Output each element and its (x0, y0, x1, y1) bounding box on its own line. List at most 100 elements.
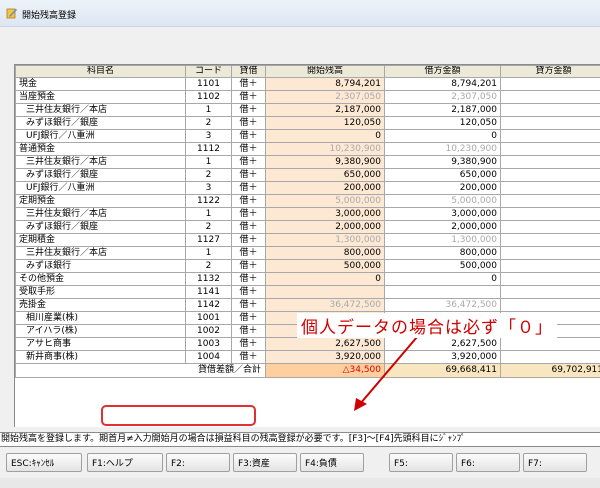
code-cell: 1002 (185, 324, 232, 338)
opening-balance-cell[interactable]: 120,050 (265, 116, 385, 130)
f2-button[interactable]: F2: (166, 453, 230, 472)
table-row[interactable]: 新井商事(株) 1004 借＋ 3,920,000 3,920,000 (15, 350, 600, 364)
code-cell: 2 (185, 168, 232, 182)
opening-balance-cell[interactable]: 1,300,000 (265, 233, 385, 247)
credit-amount-cell (500, 220, 600, 234)
table-row[interactable]: 普通預金 1112 借＋ 10,230,900 10,230,900 (15, 142, 600, 156)
table-row[interactable]: 三井住友銀行／本店 1 借＋ 3,000,000 3,000,000 (15, 207, 600, 221)
opening-balance-cell[interactable]: 200,000 (265, 181, 385, 195)
f4-liabilities-button[interactable]: F4:負債 (300, 453, 364, 472)
account-name-cell: 新井商事(株) (15, 350, 186, 364)
table-row[interactable]: 三井住友銀行／本店 1 借＋ 2,187,000 2,187,000 (15, 103, 600, 117)
opening-balance-cell[interactable]: 500,000 (265, 259, 385, 273)
opening-balance-cell[interactable]: 3,920,000 (265, 350, 385, 364)
table-row[interactable]: 三井住友銀行／本店 1 借＋ 800,000 800,000 (15, 246, 600, 260)
table-row[interactable]: 当座預金 1102 借＋ 2,307,050 2,307,050 (15, 90, 600, 104)
credit-amount-cell (500, 298, 600, 312)
opening-balance-cell[interactable]: 2,627,500 (265, 337, 385, 351)
debit-credit-cell: 借＋ (231, 116, 266, 130)
account-name-cell: アイハラ(株) (15, 324, 186, 338)
total-label: 貸借差額／合計 (15, 363, 266, 378)
debit-amount-cell (384, 285, 501, 299)
account-name-cell: 三井住友銀行／本店 (15, 103, 186, 117)
account-name-cell: その他預金 (15, 272, 186, 286)
f6-button[interactable]: F6: (456, 453, 520, 472)
account-name-cell: UFJ銀行／八重洲 (15, 181, 186, 195)
account-name-cell: 定期預金 (15, 194, 186, 208)
opening-balance-cell[interactable]: 2,187,000 (265, 103, 385, 117)
table-header-row: 科目名 コード 貸借 開始残高 借方金額 貸方金額 (15, 65, 600, 78)
balance-difference-cell: △34,500 (265, 363, 385, 378)
table-row[interactable]: UFJ銀行／八重洲 3 借＋ 200,000 200,000 (15, 181, 600, 195)
account-name-cell: みずほ銀行 (15, 259, 186, 273)
debit-credit-cell: 借＋ (231, 90, 266, 104)
table-row[interactable]: みずほ銀行／銀座 2 借＋ 650,000 650,000 (15, 168, 600, 182)
table-row[interactable]: 売掛金 1142 借＋ 36,472,500 36,472,500 (15, 298, 600, 312)
debit-total-cell: 69,668,411 (384, 363, 501, 378)
table-row[interactable]: その他預金 1132 借＋ 0 0 (15, 272, 600, 286)
account-name-cell: アサヒ商事 (15, 337, 186, 351)
table-row[interactable]: 定期積金 1127 借＋ 1,300,000 1,300,000 (15, 233, 600, 247)
account-name-cell: 受取手形 (15, 285, 186, 299)
table-row[interactable]: 三井住友銀行／本店 1 借＋ 9,380,900 9,380,900 (15, 155, 600, 169)
table-row[interactable]: みずほ銀行／銀座 2 借＋ 2,000,000 2,000,000 (15, 220, 600, 234)
credit-amount-cell (500, 181, 600, 195)
code-cell: 2 (185, 259, 232, 273)
table-row[interactable]: 受取手形 1141 借＋ (15, 285, 600, 299)
opening-balance-cell[interactable]: 800,000 (265, 246, 385, 260)
esc-cancel-button[interactable]: ESC:ｷｬﾝｾﾙ (6, 453, 82, 472)
debit-credit-cell: 借＋ (231, 311, 266, 325)
debit-credit-cell: 借＋ (231, 168, 266, 182)
table-row[interactable]: 現金 1101 借＋ 8,794,201 8,794,201 (15, 77, 600, 91)
debit-credit-cell: 借＋ (231, 129, 266, 143)
account-name-cell: 当座預金 (15, 90, 186, 104)
debit-credit-cell: 借＋ (231, 272, 266, 286)
opening-balance-cell[interactable]: 10,230,900 (265, 142, 385, 156)
opening-balance-cell[interactable]: 8,794,201 (265, 77, 385, 91)
opening-balance-cell[interactable] (265, 285, 385, 299)
account-name-cell: 三井住友銀行／本店 (15, 246, 186, 260)
code-cell: 1141 (185, 285, 232, 299)
code-cell: 1001 (185, 311, 232, 325)
debit-credit-cell: 借＋ (231, 337, 266, 351)
f5-button[interactable]: F5: (389, 453, 453, 472)
account-name-cell: UFJ銀行／八重洲 (15, 129, 186, 143)
credit-amount-cell (500, 194, 600, 208)
window-title: 開始残高登録 (22, 11, 77, 21)
opening-balance-cell[interactable]: 36,472,500 (265, 298, 385, 312)
opening-balance-cell[interactable]: 2,307,050 (265, 90, 385, 104)
f3-assets-button[interactable]: F3:資産 (233, 453, 297, 472)
credit-amount-cell (500, 116, 600, 130)
opening-balance-cell[interactable]: 650,000 (265, 168, 385, 182)
header-opening-balance: 開始残高 (265, 65, 385, 78)
header-account-name: 科目名 (15, 65, 186, 78)
code-cell: 1 (185, 155, 232, 169)
f7-button[interactable]: F7: (523, 453, 587, 472)
credit-amount-cell (500, 90, 600, 104)
code-cell: 1 (185, 246, 232, 260)
table-row[interactable]: みずほ銀行 2 借＋ 500,000 500,000 (15, 259, 600, 273)
debit-amount-cell: 650,000 (384, 168, 501, 182)
header-debit-amount: 借方金額 (384, 65, 501, 78)
balance-grid[interactable]: 科目名 コード 貸借 開始残高 借方金額 貸方金額 現金 1101 借＋ 8,794,… (14, 64, 600, 427)
opening-balance-cell[interactable]: 0 (265, 272, 385, 286)
f1-help-button[interactable]: F1:ヘルプ (87, 453, 163, 472)
opening-balance-cell[interactable]: 5,000,000 (265, 194, 385, 208)
opening-balance-cell[interactable]: 9,380,900 (265, 155, 385, 169)
table-row[interactable]: みずほ銀行／銀座 2 借＋ 120,050 120,050 (15, 116, 600, 130)
total-highlight-box (101, 405, 256, 426)
debit-amount-cell: 0 (384, 129, 501, 143)
opening-balance-cell[interactable]: 0 (265, 129, 385, 143)
debit-amount-cell: 2,627,500 (384, 337, 501, 351)
opening-balance-cell[interactable]: 3,000,000 (265, 207, 385, 221)
code-cell: 1 (185, 103, 232, 117)
opening-balance-cell[interactable]: 2,000,000 (265, 220, 385, 234)
table-row[interactable]: 定期預金 1122 借＋ 5,000,000 5,000,000 (15, 194, 600, 208)
debit-credit-cell: 借＋ (231, 77, 266, 91)
total-row: 貸借差額／合計 △34,500 69,668,411 69,702,911 (15, 363, 600, 378)
table-row[interactable]: UFJ銀行／八重洲 3 借＋ 0 0 (15, 129, 600, 143)
table-row[interactable]: アサヒ商事 1003 借＋ 2,627,500 2,627,500 (15, 337, 600, 351)
debit-amount-cell: 2,307,050 (384, 90, 501, 104)
debit-credit-cell: 借＋ (231, 246, 266, 260)
code-cell: 1003 (185, 337, 232, 351)
